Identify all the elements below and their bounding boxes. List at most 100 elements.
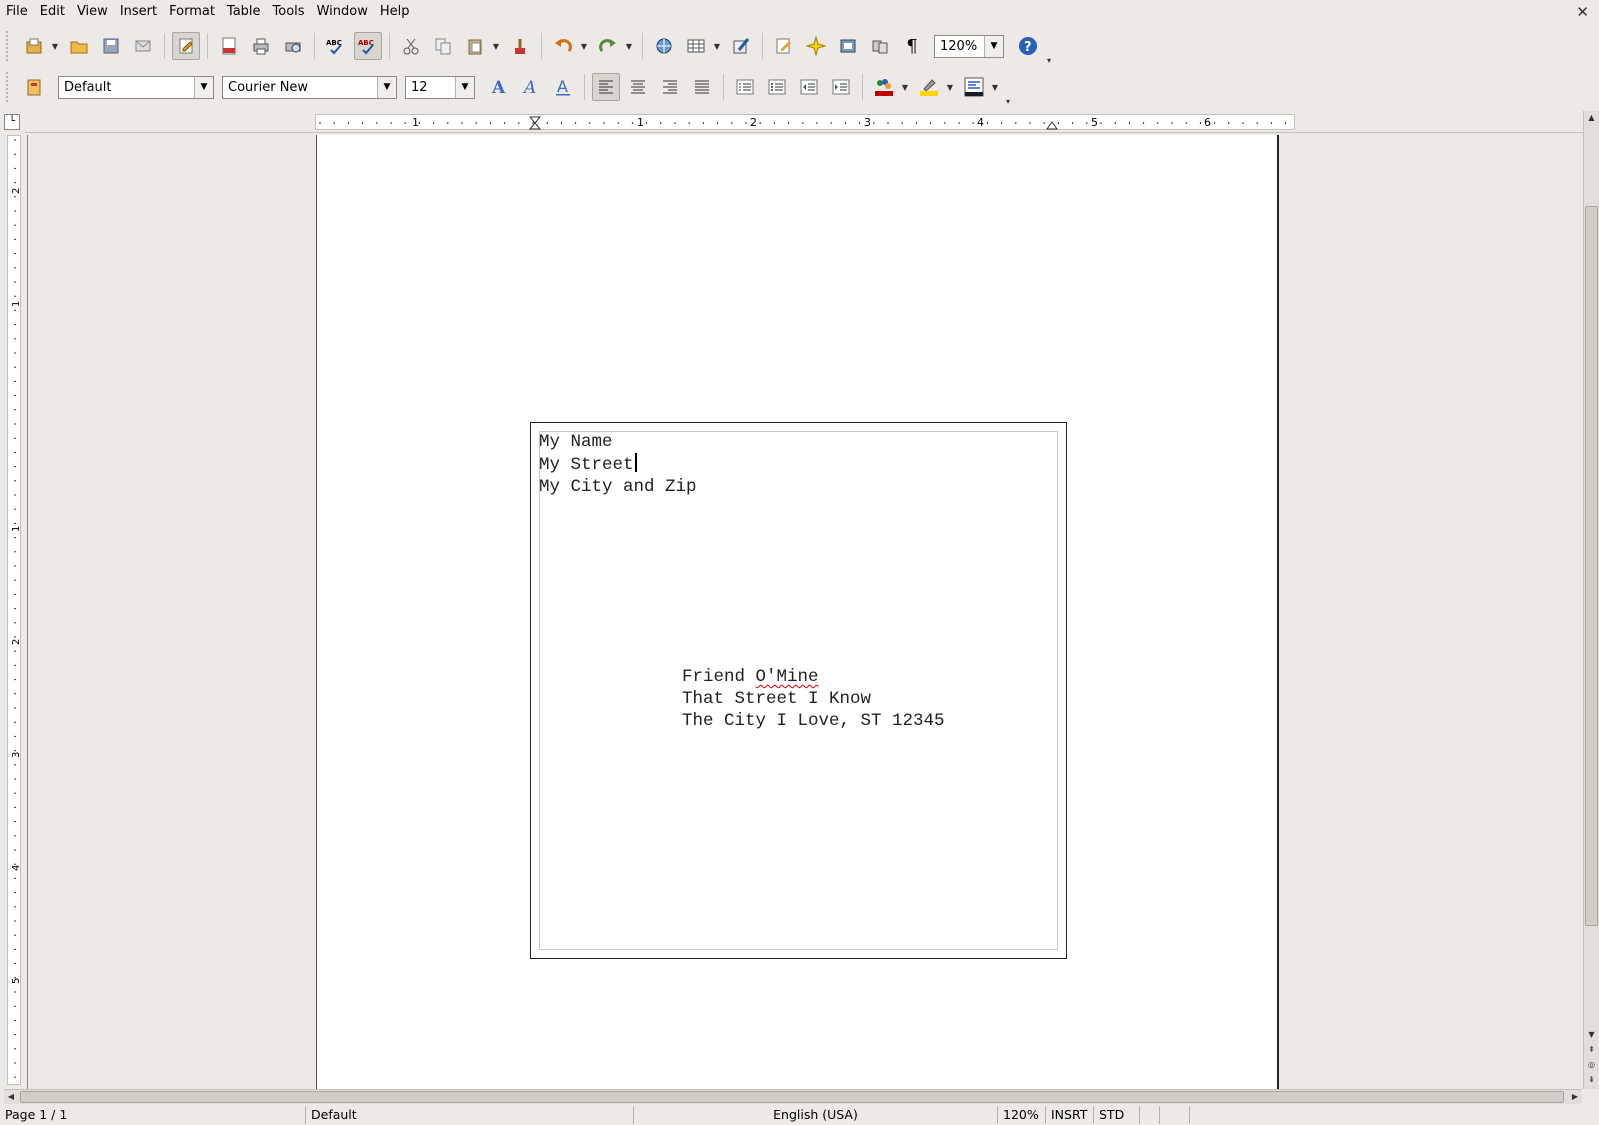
spellcheck-button[interactable]: ABC <box>322 32 350 60</box>
font-dropdown-icon[interactable]: ▼ <box>377 76 396 98</box>
style-dropdown-icon[interactable]: ▼ <box>194 76 213 98</box>
horizontal-scroll-thumb[interactable] <box>20 1091 1564 1103</box>
highlighting-button[interactable] <box>915 73 943 101</box>
print-button[interactable] <box>247 32 275 60</box>
zoom-value[interactable]: 120% <box>935 39 984 54</box>
font-size-combo[interactable]: 12 ▼ <box>405 75 475 99</box>
highlight-dropdown-icon[interactable]: ▼ <box>945 83 955 92</box>
background-dropdown-icon[interactable]: ▼ <box>990 83 1000 92</box>
email-document-button[interactable] <box>129 32 157 60</box>
vertical-scroll-thumb[interactable] <box>1585 206 1598 926</box>
next-page-icon[interactable]: ⇟ <box>1585 1073 1598 1086</box>
hyperlink-button[interactable] <box>650 32 678 60</box>
recipient-address[interactable]: Friend O'Mine That Street I Know The City … <box>682 666 945 732</box>
italic-button[interactable]: A <box>517 73 545 101</box>
size-dropdown-icon[interactable]: ▼ <box>455 76 474 98</box>
vertical-ruler[interactable]: 2 1 1 2 3 4 5 <box>4 135 24 1085</box>
menu-help[interactable]: Help <box>374 0 416 24</box>
envelope-frame[interactable]: My Name My Street My City and Zip Friend O… <box>530 422 1067 959</box>
menu-insert[interactable]: Insert <box>114 0 163 24</box>
styles-formatting-button[interactable] <box>20 73 48 101</box>
increase-indent-button[interactable] <box>827 73 855 101</box>
sender-line-with-cursor[interactable]: My Street <box>539 453 697 476</box>
horizontal-ruler[interactable]: 1 1 2 3 4 5 6 <box>25 111 1583 133</box>
misspelled-word[interactable]: O'Mine <box>756 667 819 687</box>
font-color-dropdown-icon[interactable]: ▼ <box>900 83 910 92</box>
font-name-value[interactable]: Courier New <box>223 80 377 95</box>
find-replace-button[interactable] <box>770 32 798 60</box>
align-left-button[interactable] <box>592 73 620 101</box>
document-page[interactable]: My Name My Street My City and Zip Friend O… <box>316 135 1279 1089</box>
status-insert-mode[interactable]: INSRT <box>1046 1106 1094 1124</box>
menu-edit[interactable]: Edit <box>34 0 71 24</box>
sender-line[interactable]: My City and Zip <box>539 476 697 498</box>
redo-dropdown-icon[interactable]: ▼ <box>624 42 634 51</box>
print-preview-button[interactable] <box>279 32 307 60</box>
status-document-modified[interactable] <box>1140 1106 1160 1124</box>
help-button[interactable]: ? <box>1014 32 1042 60</box>
underline-button[interactable]: A <box>549 73 577 101</box>
status-page[interactable]: Page 1 / 1 <box>0 1106 306 1124</box>
menu-format[interactable]: Format <box>163 0 221 24</box>
menu-table[interactable]: Table <box>221 0 267 24</box>
autospellcheck-button[interactable]: ABC <box>354 32 382 60</box>
status-signature[interactable] <box>1160 1106 1190 1124</box>
toolbar-options-icon[interactable]: ▾ <box>1044 56 1054 65</box>
export-pdf-button[interactable] <box>215 32 243 60</box>
status-selection-mode[interactable]: STD <box>1094 1106 1140 1124</box>
toolbar-options-icon[interactable]: ▾ <box>1003 97 1013 106</box>
clone-formatting-button[interactable] <box>506 32 534 60</box>
menu-window[interactable]: Window <box>311 0 374 24</box>
navigator-button[interactable] <box>802 32 830 60</box>
decrease-indent-button[interactable] <box>795 73 823 101</box>
cut-button[interactable] <box>397 32 425 60</box>
vertical-scrollbar[interactable]: ▲ ▼ ⇞ ◎ ⇟ <box>1583 111 1599 1089</box>
align-right-button[interactable] <box>656 73 684 101</box>
numbering-button[interactable] <box>731 73 759 101</box>
gallery-button[interactable] <box>834 32 862 60</box>
font-color-button[interactable] <box>870 73 898 101</box>
scroll-up-icon[interactable]: ▲ <box>1585 111 1598 124</box>
left-indent-marker[interactable] <box>528 116 542 130</box>
data-sources-button[interactable] <box>866 32 894 60</box>
paragraph-style-value[interactable]: Default <box>59 80 194 95</box>
horizontal-scrollbar[interactable]: ◀ ▶ <box>4 1089 1582 1104</box>
undo-dropdown-icon[interactable]: ▼ <box>579 42 589 51</box>
table-dropdown-icon[interactable]: ▼ <box>712 42 722 51</box>
document-workspace[interactable]: My Name My Street My City and Zip Friend O… <box>27 135 1583 1089</box>
toolbar-grip[interactable] <box>6 31 12 61</box>
status-language[interactable]: English (USA) <box>634 1106 998 1124</box>
previous-page-icon[interactable]: ⇞ <box>1585 1043 1598 1056</box>
close-document-icon[interactable]: ✕ <box>1576 3 1589 21</box>
justify-button[interactable] <box>688 73 716 101</box>
sender-address[interactable]: My Name My Street My City and Zip <box>539 431 697 498</box>
scroll-left-icon[interactable]: ◀ <box>4 1090 18 1104</box>
zoom-dropdown-icon[interactable]: ▼ <box>984 35 1003 57</box>
menu-view[interactable]: View <box>71 0 114 24</box>
recipient-line[interactable]: That Street I Know <box>682 688 945 710</box>
toolbar-grip[interactable] <box>6 72 12 102</box>
insert-table-button[interactable] <box>682 32 710 60</box>
recipient-word[interactable]: Friend <box>682 667 756 687</box>
copy-button[interactable] <box>429 32 457 60</box>
zoom-combo[interactable]: 120% ▼ <box>934 34 1004 58</box>
recipient-line[interactable]: The City I Love, ST 12345 <box>682 710 945 732</box>
bullets-button[interactable] <box>763 73 791 101</box>
font-size-value[interactable]: 12 <box>406 80 455 95</box>
scroll-down-icon[interactable]: ▼ <box>1585 1028 1598 1041</box>
bold-button[interactable]: A <box>485 73 513 101</box>
status-page-style[interactable]: Default <box>306 1106 634 1124</box>
paste-dropdown-icon[interactable]: ▼ <box>491 42 501 51</box>
status-zoom[interactable]: 120% <box>998 1106 1046 1124</box>
menu-tools[interactable]: Tools <box>267 0 311 24</box>
right-indent-marker[interactable] <box>1046 121 1058 130</box>
redo-button[interactable] <box>594 32 622 60</box>
sender-line[interactable]: My Street <box>539 455 634 475</box>
paste-button[interactable] <box>461 32 489 60</box>
sender-line[interactable]: My Name <box>539 431 697 453</box>
font-name-combo[interactable]: Courier New ▼ <box>222 75 397 99</box>
show-draw-functions-button[interactable] <box>727 32 755 60</box>
undo-button[interactable] <box>549 32 577 60</box>
navigation-icon[interactable]: ◎ <box>1585 1058 1598 1071</box>
background-color-button[interactable] <box>960 73 988 101</box>
